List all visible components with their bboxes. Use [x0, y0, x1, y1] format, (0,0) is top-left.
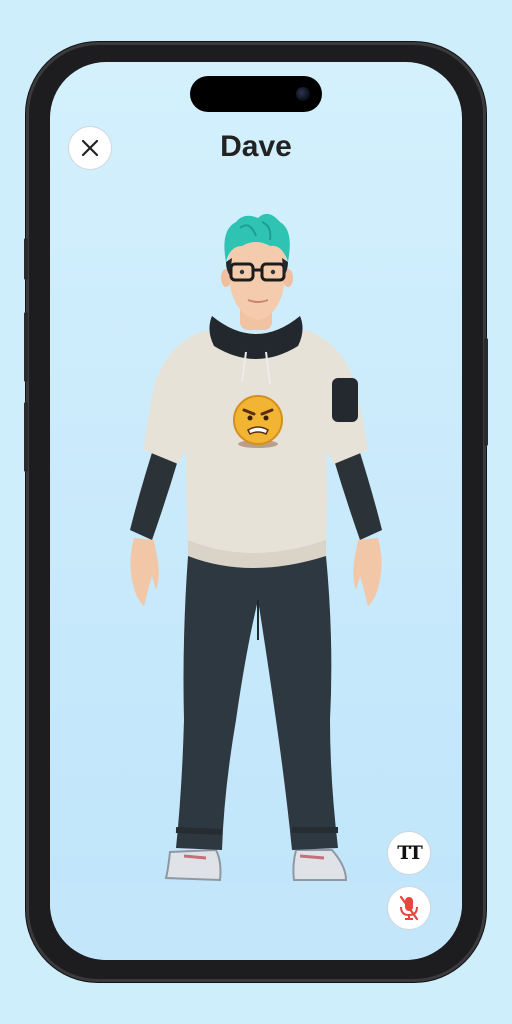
arm-pocket	[332, 378, 358, 422]
mic-muted-icon	[399, 895, 419, 921]
avatar[interactable]	[0, 0, 512, 1024]
text-style-button[interactable]: TT	[387, 831, 431, 875]
pants	[175, 556, 338, 850]
text-size-icon: TT	[397, 842, 423, 864]
mic-mute-button[interactable]	[387, 886, 431, 930]
shoes	[164, 848, 348, 882]
tshirt	[144, 330, 368, 568]
